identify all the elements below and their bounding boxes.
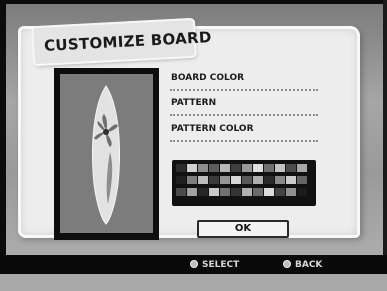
palette-swatch[interactable]: [275, 188, 285, 196]
palette-swatch[interactable]: [264, 164, 274, 172]
game-screen: CUSTOMIZE BOARD BOARD COLOR PATTERN PATT…: [0, 0, 387, 291]
palette-swatch[interactable]: [198, 164, 208, 172]
palette-swatch[interactable]: [220, 176, 230, 184]
divider: [170, 114, 318, 116]
palette-swatch[interactable]: [187, 188, 197, 196]
option-pattern[interactable]: PATTERN: [171, 96, 341, 110]
screen-border-left: [0, 0, 6, 291]
palette-swatch[interactable]: [209, 164, 219, 172]
surfboard-shape: [92, 85, 120, 225]
palette-swatch[interactable]: [275, 176, 285, 184]
surfboard-preview: [92, 85, 120, 225]
palette-swatch[interactable]: [187, 176, 197, 184]
palette-swatch[interactable]: [209, 176, 219, 184]
palette-swatch[interactable]: [176, 188, 186, 196]
palette-swatch[interactable]: [231, 188, 241, 196]
palette-swatch[interactable]: [231, 164, 241, 172]
palette-swatch[interactable]: [286, 176, 296, 184]
back-hint[interactable]: BACK: [283, 258, 322, 272]
palette-swatch[interactable]: [286, 164, 296, 172]
palette-swatch[interactable]: [198, 176, 208, 184]
palette-swatch[interactable]: [297, 188, 307, 196]
palette-swatch[interactable]: [242, 176, 252, 184]
palette-swatch[interactable]: [297, 164, 307, 172]
bottom-strip: [0, 274, 387, 291]
option-board-color[interactable]: BOARD COLOR: [171, 71, 341, 85]
palette-swatch[interactable]: [253, 188, 263, 196]
palette-swatch[interactable]: [264, 188, 274, 196]
ok-button[interactable]: OK: [197, 220, 289, 238]
palette-swatch[interactable]: [297, 176, 307, 184]
divider: [170, 89, 318, 91]
palette-swatch[interactable]: [231, 176, 241, 184]
palette-swatch[interactable]: [176, 176, 186, 184]
controller-button-icon: [190, 259, 198, 268]
screen-border-top: [0, 0, 387, 4]
palette-swatch[interactable]: [275, 164, 285, 172]
screen-border-right: [383, 0, 387, 291]
palette-swatch[interactable]: [220, 164, 230, 172]
palette-swatch[interactable]: [176, 164, 186, 172]
controller-button-icon: [283, 259, 291, 268]
palette-swatch[interactable]: [209, 188, 219, 196]
palette-swatch[interactable]: [253, 164, 263, 172]
palette-swatch[interactable]: [242, 188, 252, 196]
palette-swatch[interactable]: [187, 164, 197, 172]
palette-swatch[interactable]: [253, 176, 263, 184]
select-hint[interactable]: SELECT: [190, 258, 239, 272]
palette-swatch[interactable]: [242, 164, 252, 172]
back-label: BACK: [295, 260, 323, 270]
select-label: SELECT: [202, 260, 240, 270]
palette-swatch[interactable]: [198, 188, 208, 196]
option-pattern-color[interactable]: PATTERN COLOR: [171, 122, 341, 136]
divider: [170, 140, 318, 142]
palette-swatch[interactable]: [286, 188, 296, 196]
palette-swatch[interactable]: [264, 176, 274, 184]
palette-swatch[interactable]: [220, 188, 230, 196]
